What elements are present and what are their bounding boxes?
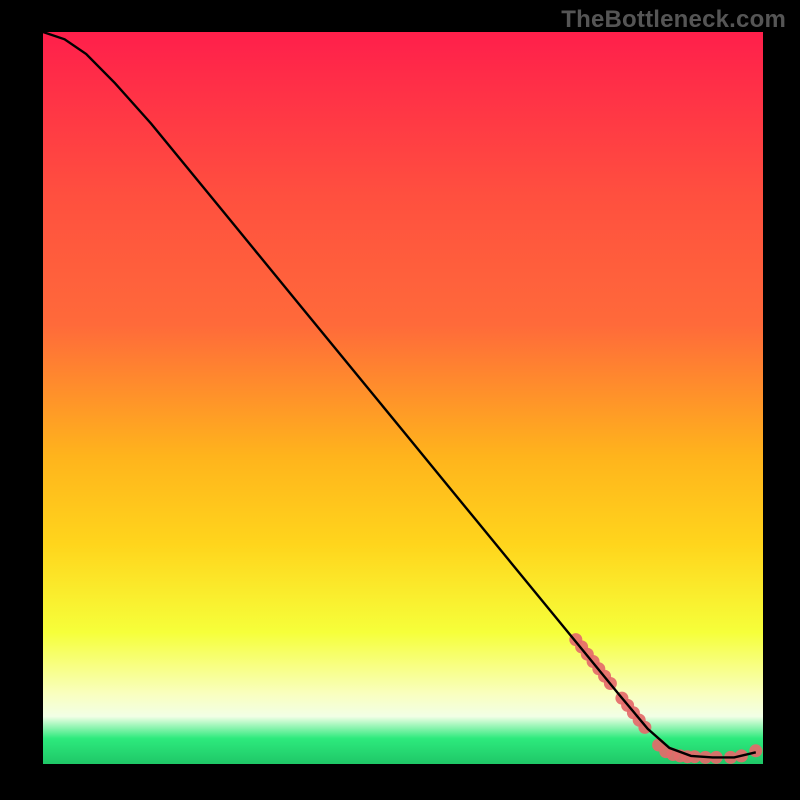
plot-area xyxy=(43,32,763,764)
data-point xyxy=(749,744,762,757)
gradient-background xyxy=(43,32,763,764)
watermark-text: TheBottleneck.com xyxy=(561,6,786,34)
chart-svg xyxy=(43,32,763,764)
chart-stage: TheBottleneck.com xyxy=(0,0,800,800)
data-point xyxy=(638,721,651,734)
